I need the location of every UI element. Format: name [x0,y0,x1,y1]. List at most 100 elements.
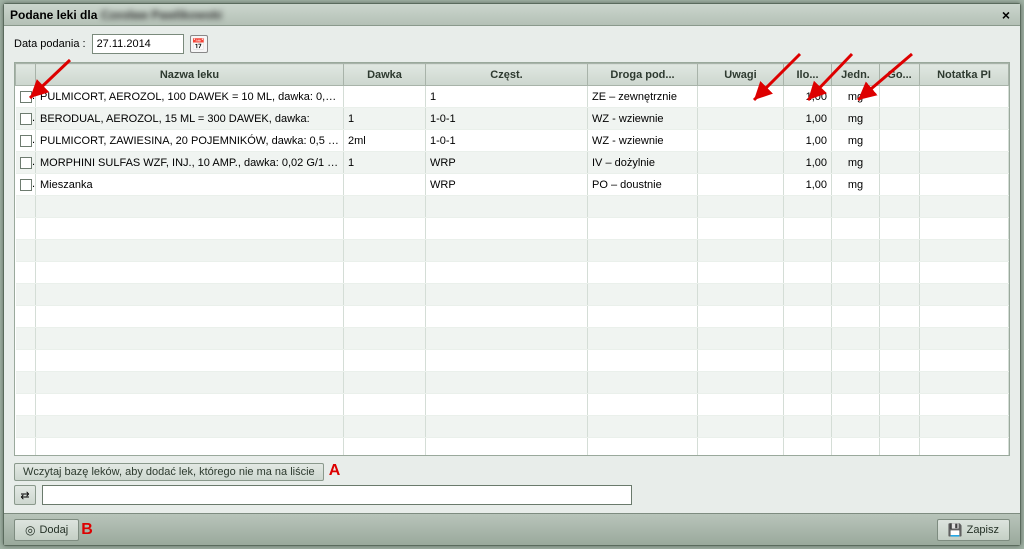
table-row[interactable]: MORPHINI SULFAS WZF, INJ., 10 AMP., dawk… [16,152,1009,174]
cell-name: BERODUAL, AEROZOL, 15 ML = 300 DAWEK, da… [36,108,344,130]
cell-hour [880,152,920,174]
cell-route: IV – dożylnie [588,152,698,174]
close-icon[interactable]: × [998,7,1014,23]
cell-dose [344,174,426,196]
table-row [16,372,1009,394]
save-button[interactable]: 💾 Zapisz [937,519,1010,541]
search-input[interactable] [42,485,632,505]
cell-pi [920,86,1009,108]
cell-qty: 1,00 [784,174,832,196]
cell-pi [920,108,1009,130]
search-row: ⇄ [14,485,1010,505]
table-row [16,262,1009,284]
annotation-A: A [329,462,341,479]
row-checkbox[interactable] [20,91,32,103]
table-row [16,394,1009,416]
table-row [16,196,1009,218]
col-unit[interactable]: Jedn. [832,64,880,86]
cell-freq: WRP [426,174,588,196]
cell-route: ZE – zewnętrznie [588,86,698,108]
save-label: Zapisz [967,524,999,536]
table-row[interactable]: Mieszanka WRPPO – doustnie 1,00mg [16,174,1009,196]
title-prefix: Podane leki dla [10,8,97,22]
cell-freq: 1-0-1 [426,130,588,152]
patient-name-blurred: Czesław Pawlikowski [101,8,222,22]
cell-pi [920,130,1009,152]
table-row [16,218,1009,240]
cell-notes [698,130,784,152]
cell-name: PULMICORT, ZAWIESINA, 20 POJEMNIKÓW, daw… [36,130,344,152]
cell-name: Mieszanka [36,174,344,196]
row-checkbox[interactable] [20,179,32,191]
calendar-glyph: 📅 [192,38,206,51]
date-label: Data podania : [14,38,86,50]
below-grid: Wczytaj bazę leków, aby dodać lek, które… [14,462,1010,481]
table-row[interactable]: PULMICORT, AEROZOL, 100 DAWEK = 10 ML, d… [16,86,1009,108]
col-hour[interactable]: Go... [880,64,920,86]
load-drug-db-button[interactable]: Wczytaj bazę leków, aby dodać lek, które… [14,463,324,481]
add-label: Dodaj [39,524,68,536]
cell-qty: 1,00 [784,108,832,130]
cell-notes [698,108,784,130]
titlebar: Podane leki dla Czesław Pawlikowski × [4,4,1020,26]
cell-unit: mg [832,130,880,152]
cell-name: MORPHINI SULFAS WZF, INJ., 10 AMP., dawk… [36,152,344,174]
cell-unit: mg [832,152,880,174]
cell-hour [880,108,920,130]
add-button[interactable]: ◎ Dodaj [14,519,79,541]
swap-icon[interactable]: ⇄ [14,485,36,505]
table-row[interactable]: PULMICORT, ZAWIESINA, 20 POJEMNIKÓW, daw… [16,130,1009,152]
cell-freq: 1-0-1 [426,108,588,130]
table-row [16,284,1009,306]
cell-unit: mg [832,174,880,196]
col-name[interactable]: Nazwa leku [36,64,344,86]
calendar-icon[interactable]: 📅 [190,35,208,53]
cell-unit: mg [832,108,880,130]
cell-dose: 1 [344,108,426,130]
cell-name: PULMICORT, AEROZOL, 100 DAWEK = 10 ML, d… [36,86,344,108]
row-checkbox[interactable] [20,113,32,125]
table-row [16,240,1009,262]
col-qty[interactable]: Ilo... [784,64,832,86]
cell-notes [698,174,784,196]
cell-route: PO – doustnie [588,174,698,196]
cell-hour [880,174,920,196]
table-row [16,306,1009,328]
cell-dose: 1 [344,152,426,174]
table-row [16,438,1009,457]
cell-pi [920,152,1009,174]
cell-qty: 1,00 [784,152,832,174]
table-row [16,416,1009,438]
cell-unit: mg [832,86,880,108]
col-freq[interactable]: Częst. [426,64,588,86]
table-row [16,350,1009,372]
cell-freq: 1 [426,86,588,108]
footer: ◎ Dodaj B 💾 Zapisz [4,513,1020,545]
table-row [16,328,1009,350]
row-checkbox[interactable] [20,135,32,147]
cell-route: WZ - wziewnie [588,108,698,130]
cell-hour [880,130,920,152]
col-pi[interactable]: Notatka PI [920,64,1009,86]
cell-hour [880,86,920,108]
cell-route: WZ - wziewnie [588,130,698,152]
dialog-window: Podane leki dla Czesław Pawlikowski × Da… [3,3,1021,546]
col-dose[interactable]: Dawka [344,64,426,86]
toolbar: Data podania : 📅 [4,26,1020,60]
col-check[interactable] [16,64,36,86]
cell-notes [698,152,784,174]
col-route[interactable]: Droga pod... [588,64,698,86]
grid: Nazwa leku Dawka Częst. Droga pod... Uwa… [14,62,1010,456]
header-row: Nazwa leku Dawka Częst. Droga pod... Uwa… [16,64,1009,86]
save-icon: 💾 [948,523,963,537]
col-notes[interactable]: Uwagi [698,64,784,86]
cell-dose: 2ml [344,130,426,152]
annotation-B: B [81,521,93,539]
date-input[interactable] [92,34,184,54]
cell-notes [698,86,784,108]
cell-qty: 1,00 [784,86,832,108]
row-checkbox[interactable] [20,157,32,169]
swap-glyph: ⇄ [20,489,29,502]
table-row[interactable]: BERODUAL, AEROZOL, 15 ML = 300 DAWEK, da… [16,108,1009,130]
plus-icon: ◎ [25,523,35,537]
